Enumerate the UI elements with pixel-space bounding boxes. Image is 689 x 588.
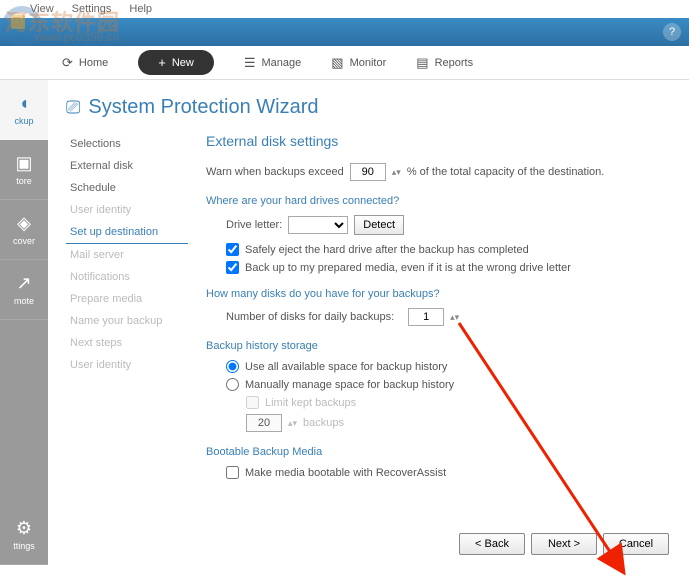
tab-monitor[interactable]: ▧ Monitor: [331, 55, 386, 71]
menu-settings[interactable]: Settings: [72, 3, 112, 15]
num-disks-label: Number of disks for daily backups:: [226, 311, 394, 323]
sidebar-backup-label: ckup: [14, 116, 33, 126]
sidebar-restore-label: tore: [16, 176, 32, 186]
menu-help[interactable]: Help: [129, 3, 152, 15]
warn-label: Warn when backups exceed: [206, 166, 344, 178]
howmany-heading: How many disks do you have for your back…: [206, 288, 669, 300]
step-setup-destination[interactable]: Set up destination: [66, 221, 188, 244]
safe-eject-label: Safely eject the hard drive after the ba…: [245, 244, 529, 256]
recover-icon: ◈: [17, 213, 31, 234]
content: ⎚ System Protection Wizard Selections Ex…: [48, 80, 689, 565]
sidebar-settings-label: ttings: [13, 541, 35, 551]
devices-icon: ⎚: [66, 97, 80, 118]
disk-icon: ◖: [19, 93, 30, 114]
panel-title: External disk settings: [206, 133, 669, 149]
step-schedule[interactable]: Schedule: [66, 177, 188, 199]
tab-new[interactable]: + New: [138, 50, 214, 75]
history-heading: Backup history storage: [206, 340, 669, 352]
drive-letter-select[interactable]: [288, 216, 348, 234]
num-disks-input[interactable]: [408, 308, 444, 326]
manual-label: Manually manage space for backup history: [245, 379, 454, 391]
use-all-radio[interactable]: [226, 360, 239, 373]
page-title-text: System Protection Wizard: [88, 96, 318, 119]
tab-reports[interactable]: ▤ Reports: [416, 55, 473, 71]
sidebar: ◖ ckup ▣ tore ◈ cover ↗ mote ⚙ ttings: [0, 80, 48, 565]
tab-manage-label: Manage: [262, 57, 302, 69]
tab-new-label: New: [172, 57, 194, 69]
wizard-steps: Selections External disk Schedule User i…: [66, 133, 188, 555]
main: ◖ ckup ▣ tore ◈ cover ↗ mote ⚙ ttings ⎚ Syste…: [0, 80, 689, 565]
sidebar-recover-label: cover: [13, 236, 35, 246]
sidebar-backup[interactable]: ◖ ckup: [0, 80, 48, 140]
limit-suffix: backups: [303, 417, 344, 429]
arrow-icon: ↗: [16, 273, 31, 294]
warn-suffix: % of the total capacity of the destinati…: [407, 166, 605, 178]
prepared-media-label: Back up to my prepared media, even if it…: [245, 262, 571, 274]
tab-bar: ⟳ Home + New ☰ Manage ▧ Monitor ▤ Reports: [0, 46, 689, 80]
menubar: View Settings Help: [0, 0, 689, 18]
clipboard-icon: ▤: [416, 55, 428, 71]
step-notifications: Notifications: [66, 266, 188, 288]
warn-threshold-input[interactable]: [350, 163, 386, 181]
sidebar-recover[interactable]: ◈ cover: [0, 200, 48, 260]
list-icon: ☰: [244, 55, 256, 71]
titlebar: ?: [0, 18, 689, 46]
bootable-label: Make media bootable with RecoverAssist: [245, 467, 446, 479]
sidebar-settings[interactable]: ⚙ ttings: [0, 505, 48, 565]
step-prepare: Prepare media: [66, 288, 188, 310]
use-all-label: Use all available space for backup histo…: [245, 361, 447, 373]
where-heading: Where are your hard drives connected?: [206, 195, 669, 207]
step-userid: User identity: [66, 199, 188, 221]
detect-button[interactable]: Detect: [354, 215, 404, 235]
step-external[interactable]: External disk: [66, 155, 188, 177]
back-button[interactable]: < Back: [459, 533, 525, 555]
refresh-icon: ⟳: [62, 55, 73, 71]
limit-value-input: [246, 414, 282, 432]
wizard: Selections External disk Schedule User i…: [66, 133, 669, 555]
safe-eject-checkbox[interactable]: [226, 243, 239, 256]
drive-letter-label: Drive letter:: [226, 219, 282, 231]
limit-checkbox: [246, 396, 259, 409]
sidebar-restore[interactable]: ▣ tore: [0, 140, 48, 200]
image-icon: ▣: [15, 153, 32, 174]
limit-label: Limit kept backups: [265, 397, 356, 409]
tab-home-label: Home: [79, 57, 108, 69]
cancel-button[interactable]: Cancel: [603, 533, 669, 555]
bootable-heading: Bootable Backup Media: [206, 446, 669, 458]
menu-view[interactable]: View: [30, 3, 54, 15]
bootable-checkbox[interactable]: [226, 466, 239, 479]
next-button[interactable]: Next >: [531, 533, 597, 555]
tab-reports-label: Reports: [435, 57, 474, 69]
sidebar-remote[interactable]: ↗ mote: [0, 260, 48, 320]
wizard-footer: < Back Next > Cancel: [459, 533, 669, 555]
step-mail: Mail server: [66, 244, 188, 266]
step-next: Next steps: [66, 332, 188, 354]
step-userid2: User identity: [66, 354, 188, 376]
gear-icon: ⚙: [16, 518, 32, 539]
prepared-media-checkbox[interactable]: [226, 261, 239, 274]
step-selections[interactable]: Selections: [66, 133, 188, 155]
sidebar-remote-label: mote: [14, 296, 34, 306]
plus-icon: +: [158, 55, 166, 70]
manual-radio[interactable]: [226, 378, 239, 391]
tab-monitor-label: Monitor: [350, 57, 387, 69]
help-button[interactable]: ?: [663, 23, 681, 41]
settings-panel: External disk settings Warn when backups…: [188, 133, 669, 555]
tab-manage[interactable]: ☰ Manage: [244, 55, 301, 71]
step-name: Name your backup: [66, 310, 188, 332]
chart-icon: ▧: [331, 55, 343, 71]
page-title: ⎚ System Protection Wizard: [66, 96, 669, 119]
tab-home[interactable]: ⟳ Home: [62, 55, 108, 71]
